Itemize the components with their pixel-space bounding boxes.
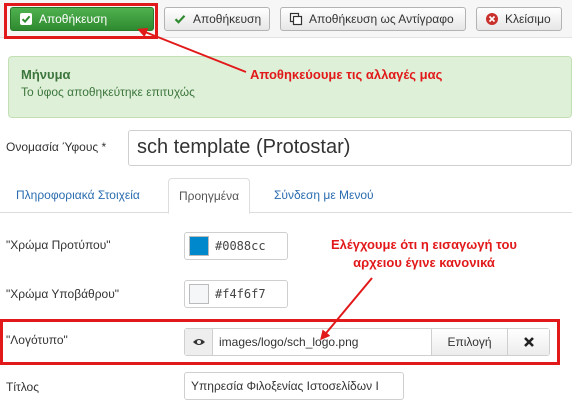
style-name-label: Ονομασία Ύφους * xyxy=(6,140,107,154)
check-annotation: Ελέγχουμε ότι η εισαγωγή του αρχειου έγι… xyxy=(306,236,542,272)
background-color-swatch xyxy=(189,284,209,304)
template-color-value: #0088cc xyxy=(215,239,266,253)
close-circle-icon xyxy=(485,12,499,26)
close-button[interactable]: Κλείσιμο xyxy=(476,7,562,31)
save-highlight-box xyxy=(4,3,158,39)
message-heading: Μήνυμα xyxy=(21,67,71,82)
tab-menu-assignment[interactable]: Σύνδεση με Μενού xyxy=(264,178,384,213)
template-color-label: "Χρώμα Προτύπου" xyxy=(6,238,111,252)
eye-icon[interactable] xyxy=(185,329,213,355)
tab-bar: Πληροφοριακά Στοιχεία Προηγμένα Σύνδεση … xyxy=(0,178,572,214)
check-annotation-line2: αρχειου έγινε κανονικά xyxy=(353,255,495,270)
close-button-label: Κλείσιμο xyxy=(505,12,551,26)
save-button-secondary[interactable]: Αποθήκευση xyxy=(164,7,270,31)
save-button-secondary-label: Αποθήκευση xyxy=(193,12,262,26)
logo-label: "Λογότυπο" xyxy=(6,333,68,347)
save-as-copy-label: Αποθήκευση ως Αντίγραφο xyxy=(309,12,454,26)
background-color-value: #f4f6f7 xyxy=(215,287,266,301)
title-input[interactable]: Υπηρεσία Φιλοξενίας Ιστοσελίδων Ι xyxy=(184,372,404,400)
template-color-input[interactable]: #0088cc xyxy=(184,232,288,260)
check-annotation-line1: Ελέγχουμε ότι η εισαγωγή του xyxy=(330,237,518,252)
background-color-label: "Χρώμα Υποβάθρου" xyxy=(6,287,120,301)
title-label: Τίτλος xyxy=(6,380,40,394)
template-color-swatch xyxy=(189,236,209,256)
tab-info[interactable]: Πληροφοριακά Στοιχεία xyxy=(6,178,150,213)
logo-select-button[interactable]: Επιλογή xyxy=(431,329,507,355)
tab-advanced[interactable]: Προηγμένα xyxy=(168,178,251,214)
clear-x-icon[interactable] xyxy=(507,329,549,355)
save-as-copy-button[interactable]: Αποθήκευση ως Αντίγραφο xyxy=(280,7,466,31)
check-icon xyxy=(173,12,187,26)
message-text: Το ύφος αποθηκεύτηκε επιτυχώς xyxy=(21,85,195,99)
background-color-input[interactable]: #f4f6f7 xyxy=(184,280,288,308)
logo-path-input[interactable]: images/logo/sch_logo.png xyxy=(213,329,431,355)
logo-field: images/logo/sch_logo.png Επιλογή xyxy=(184,328,550,356)
style-name-input[interactable]: sch template (Protostar) xyxy=(128,130,572,166)
save-annotation: Αποθηκεύουμε τις αλλαγές μας xyxy=(250,67,443,82)
copy-icon xyxy=(289,12,303,26)
